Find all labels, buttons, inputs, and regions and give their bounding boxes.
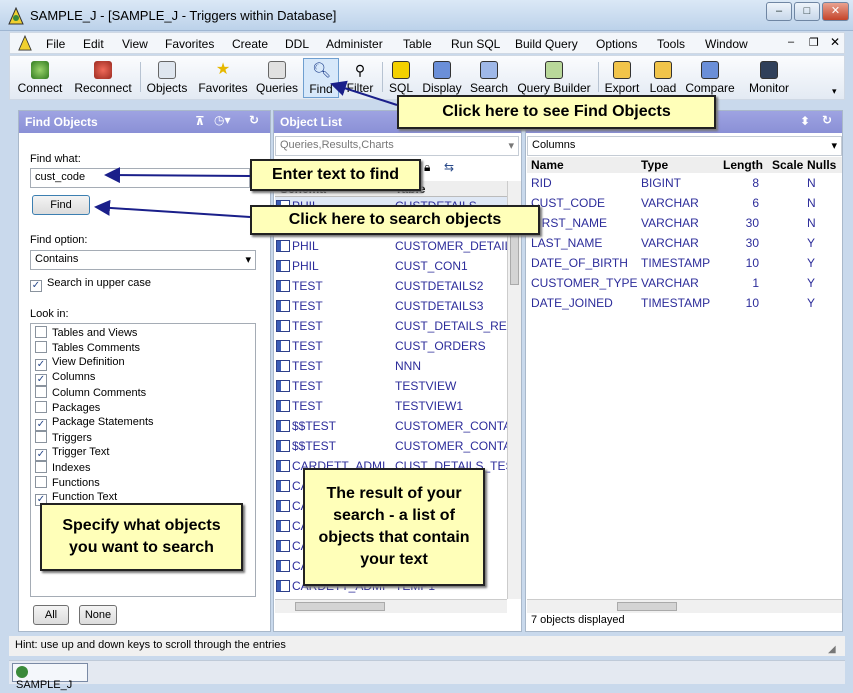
database-icon <box>16 666 28 678</box>
window-taskbar: SAMPLE_J <box>9 660 845 691</box>
annotation-arrows <box>94 80 398 218</box>
resize-grip-icon[interactable]: ◢ <box>828 644 836 655</box>
status-bar: Hint: use up and down keys to scroll thr… <box>9 636 845 656</box>
arrow-to-find-button <box>330 80 398 106</box>
taskbar-item-label: SAMPLE_J <box>16 679 73 691</box>
arrow-to-find-submit <box>94 199 251 218</box>
taskbar-item-sample-j[interactable]: SAMPLE_J <box>12 663 88 691</box>
arrow-to-find-input <box>104 167 251 184</box>
